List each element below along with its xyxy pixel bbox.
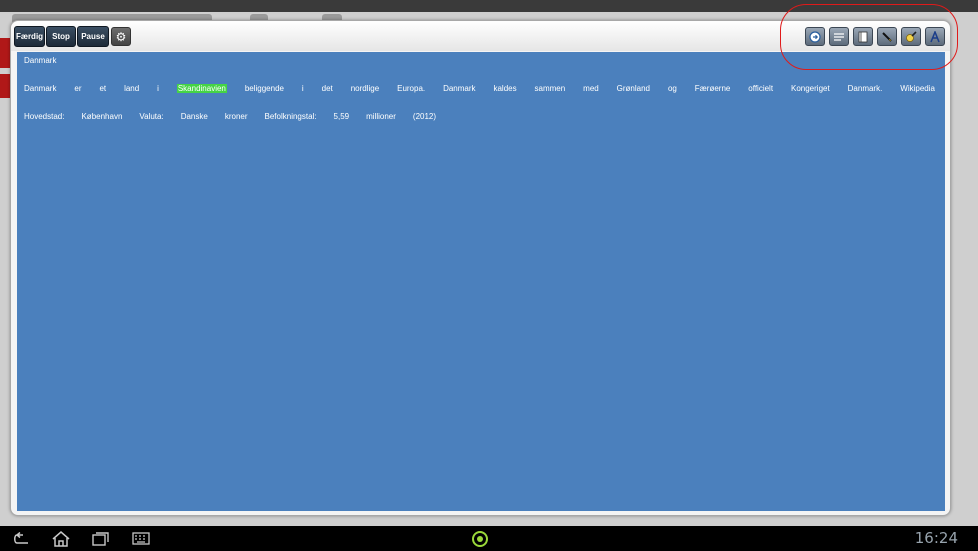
text-line-1: Danmark er et land i Skandinavien beliggende i d… <box>24 84 935 93</box>
list-tool-button[interactable] <box>829 27 849 46</box>
gear-icon: ⚙ <box>115 29 127 44</box>
word[interactable]: (2012) <box>413 112 436 121</box>
word[interactable]: det <box>322 84 333 93</box>
pen-tool-button[interactable] <box>877 27 897 46</box>
word[interactable]: Hovedstad: <box>24 112 64 121</box>
back-arrow-icon <box>14 531 28 544</box>
text-line-2: Hovedstad: København Valuta: Danske kroner Be… <box>24 112 935 121</box>
word[interactable]: i <box>302 84 304 93</box>
word[interactable]: Danske <box>181 112 208 121</box>
word[interactable]: Danmark <box>443 84 475 93</box>
word[interactable]: Wikipedia <box>900 84 935 93</box>
document-title: Danmark <box>24 56 57 65</box>
reading-area: Danmark Danmark er et land i Skandinavien beli… <box>17 52 945 511</box>
word[interactable]: Grønland <box>617 84 650 93</box>
system-clock: 16:24 <box>914 529 958 547</box>
highlighted-word[interactable]: Skandinavien <box>176 84 227 93</box>
book-tool-button[interactable] <box>853 27 873 46</box>
highlighter-icon <box>906 30 917 42</box>
word[interactable]: sammen <box>535 84 566 93</box>
circle-dot-icon <box>472 530 488 547</box>
word[interactable]: land <box>124 84 139 93</box>
word[interactable]: Valuta: <box>139 112 163 121</box>
pen-icon <box>882 31 892 42</box>
word[interactable]: millioner <box>366 112 396 121</box>
word[interactable]: 5,59 <box>334 112 350 121</box>
font-a-icon <box>930 30 940 42</box>
book-icon <box>858 31 868 42</box>
word[interactable]: Danmark. <box>848 84 883 93</box>
recent-apps-icon <box>92 532 109 546</box>
home-icon <box>52 530 70 547</box>
finish-button[interactable]: Færdig <box>14 26 45 47</box>
word[interactable]: Kongeriget <box>791 84 830 93</box>
reader-tools <box>805 27 945 47</box>
word[interactable]: officielt <box>748 84 773 93</box>
word[interactable]: og <box>668 84 677 93</box>
reader-toolbar: Færdig Stop Pause ⚙ <box>11 21 950 51</box>
word[interactable]: Færøerne <box>695 84 731 93</box>
keyboard-icon <box>132 532 150 545</box>
word[interactable]: Danmark <box>24 84 56 93</box>
circle-play-icon <box>809 30 821 43</box>
word[interactable]: nordlige <box>351 84 379 93</box>
reader-dialog: Færdig Stop Pause ⚙ Danmark Danmark er e… <box>10 20 951 516</box>
stop-button[interactable]: Stop <box>46 26 76 47</box>
word[interactable]: et <box>99 84 106 93</box>
word[interactable]: med <box>583 84 599 93</box>
settings-button[interactable]: ⚙ <box>111 27 131 46</box>
font-tool-button[interactable] <box>925 27 945 46</box>
play-tool-button[interactable] <box>805 27 825 46</box>
home-button[interactable] <box>48 526 74 551</box>
recent-apps-button[interactable] <box>88 526 114 551</box>
back-button[interactable] <box>8 526 34 551</box>
list-lines-icon <box>834 32 844 41</box>
pause-button[interactable]: Pause <box>77 26 109 47</box>
word[interactable]: beliggende <box>245 84 284 93</box>
keyboard-button[interactable] <box>128 526 154 551</box>
word[interactable]: Europa. <box>397 84 425 93</box>
word[interactable]: Befolkningstal: <box>265 112 317 121</box>
app-indicator <box>468 526 492 551</box>
word[interactable]: kroner <box>225 112 248 121</box>
highlighter-tool-button[interactable] <box>901 27 921 46</box>
background-status-strip <box>0 0 978 12</box>
system-navigation-bar: 16:24 <box>0 526 978 551</box>
word[interactable]: er <box>74 84 81 93</box>
word[interactable]: København <box>81 112 122 121</box>
word[interactable]: kaldes <box>493 84 516 93</box>
word[interactable]: i <box>157 84 159 93</box>
